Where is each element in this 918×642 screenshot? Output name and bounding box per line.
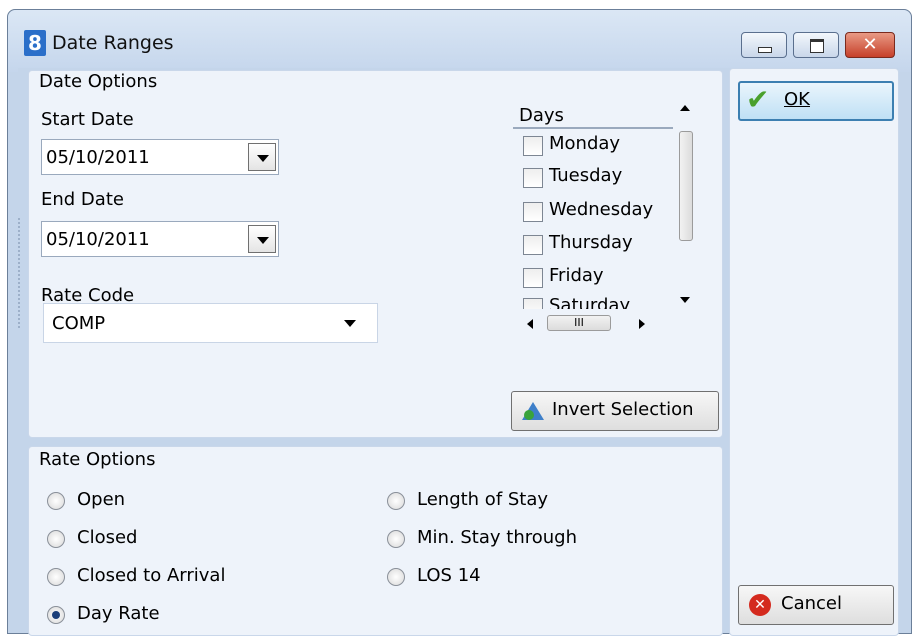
cancel-button[interactable]: ✕ Cancel <box>738 585 894 625</box>
end-date-field[interactable]: 05/10/2011 <box>41 221 279 257</box>
day-label: Wednesday <box>549 199 654 220</box>
end-date-label: End Date <box>41 189 124 210</box>
days-horizontal-scrollbar[interactable]: III <box>513 311 673 333</box>
cancel-icon: ✕ <box>749 594 771 616</box>
minimize-icon <box>758 47 772 53</box>
date-options-group: Date Options Start Date 05/10/2011 End D… <box>28 70 723 438</box>
invert-selection-button[interactable]: Invert Selection <box>511 391 719 431</box>
dialog-body: Date Options Start Date 05/10/2011 End D… <box>18 68 899 636</box>
days-vertical-scrollbar[interactable] <box>675 97 695 309</box>
checkmark-icon: ✔ <box>746 83 770 116</box>
date-options-legend: Date Options <box>39 71 158 92</box>
invert-selection-label: Invert Selection <box>552 399 694 420</box>
radio-closed-to-arrival-button[interactable] <box>47 568 65 586</box>
radio-label: LOS 14 <box>417 565 481 586</box>
chevron-down-icon <box>344 320 356 327</box>
days-listbox: Days Monday Tuesday Wednesday Thursday F… <box>513 97 695 331</box>
thursday-checkbox[interactable] <box>523 235 543 255</box>
radio-los-14-button[interactable] <box>387 568 405 586</box>
rate-options-group: Rate Options Open Closed Closed to Arriv… <box>28 446 723 636</box>
date-ranges-window: 8 Date Ranges ✕ Date Options Start Date … <box>7 9 912 636</box>
days-header: Days <box>513 105 673 129</box>
day-label: Thursday <box>549 232 633 253</box>
radio-label: Day Rate <box>77 603 160 624</box>
rate-code-value: COMP <box>52 313 106 334</box>
end-date-dropdown-button[interactable] <box>248 225 276 253</box>
radio-open-button[interactable] <box>47 492 65 510</box>
friday-checkbox[interactable] <box>523 268 543 288</box>
day-label: Friday <box>549 265 604 286</box>
radio-closed-button[interactable] <box>47 530 65 548</box>
title-bar[interactable]: 8 Date Ranges ✕ <box>8 10 911 72</box>
app-icon: 8 <box>24 30 46 56</box>
close-icon: ✕ <box>862 34 878 55</box>
close-button[interactable]: ✕ <box>845 32 895 58</box>
monday-checkbox[interactable] <box>523 136 543 156</box>
window-title: Date Ranges <box>52 32 174 54</box>
horizontal-scroll-thumb[interactable]: III <box>547 315 611 331</box>
day-label: Saturday <box>549 295 631 309</box>
day-label: Tuesday <box>549 165 623 186</box>
radio-label: Min. Stay through <box>417 527 577 548</box>
tuesday-checkbox[interactable] <box>523 168 543 188</box>
ok-label: OK <box>784 89 810 110</box>
scroll-right-icon[interactable] <box>639 319 645 329</box>
action-panel: ✔ OK ✕ Cancel <box>729 68 899 636</box>
chevron-down-icon <box>257 155 269 162</box>
radio-min-stay-through-button[interactable] <box>387 530 405 548</box>
radio-label: Length of Stay <box>417 489 549 510</box>
wednesday-checkbox[interactable] <box>523 202 543 222</box>
radio-label: Open <box>77 489 126 510</box>
maximize-icon <box>810 39 824 53</box>
days-list[interactable]: Monday Tuesday Wednesday Thursday Friday… <box>513 131 673 309</box>
start-date-field[interactable]: 05/10/2011 <box>41 139 279 175</box>
radio-length-of-stay-button[interactable] <box>387 492 405 510</box>
radio-label: Closed <box>77 527 138 548</box>
saturday-checkbox[interactable] <box>523 298 543 309</box>
radio-label: Closed to Arrival <box>77 565 226 586</box>
rate-options-legend: Rate Options <box>39 449 156 470</box>
invert-selection-icon <box>522 402 544 420</box>
maximize-button[interactable] <box>793 32 839 58</box>
cancel-label: Cancel <box>781 593 842 614</box>
rate-code-select[interactable]: COMP <box>43 303 378 343</box>
start-date-dropdown-button[interactable] <box>248 143 276 171</box>
end-date-value: 05/10/2011 <box>46 229 150 250</box>
chevron-down-icon <box>257 237 269 244</box>
day-label: Monday <box>549 133 621 154</box>
start-date-value: 05/10/2011 <box>46 147 150 168</box>
minimize-button[interactable] <box>741 32 787 58</box>
scroll-up-icon[interactable] <box>680 105 690 111</box>
scroll-down-icon[interactable] <box>680 297 690 303</box>
radio-day-rate-button[interactable] <box>47 606 65 624</box>
start-date-label: Start Date <box>41 109 134 130</box>
ok-button[interactable]: ✔ OK <box>738 81 894 121</box>
scroll-left-icon[interactable] <box>527 319 533 329</box>
vertical-scroll-thumb[interactable] <box>679 131 693 241</box>
